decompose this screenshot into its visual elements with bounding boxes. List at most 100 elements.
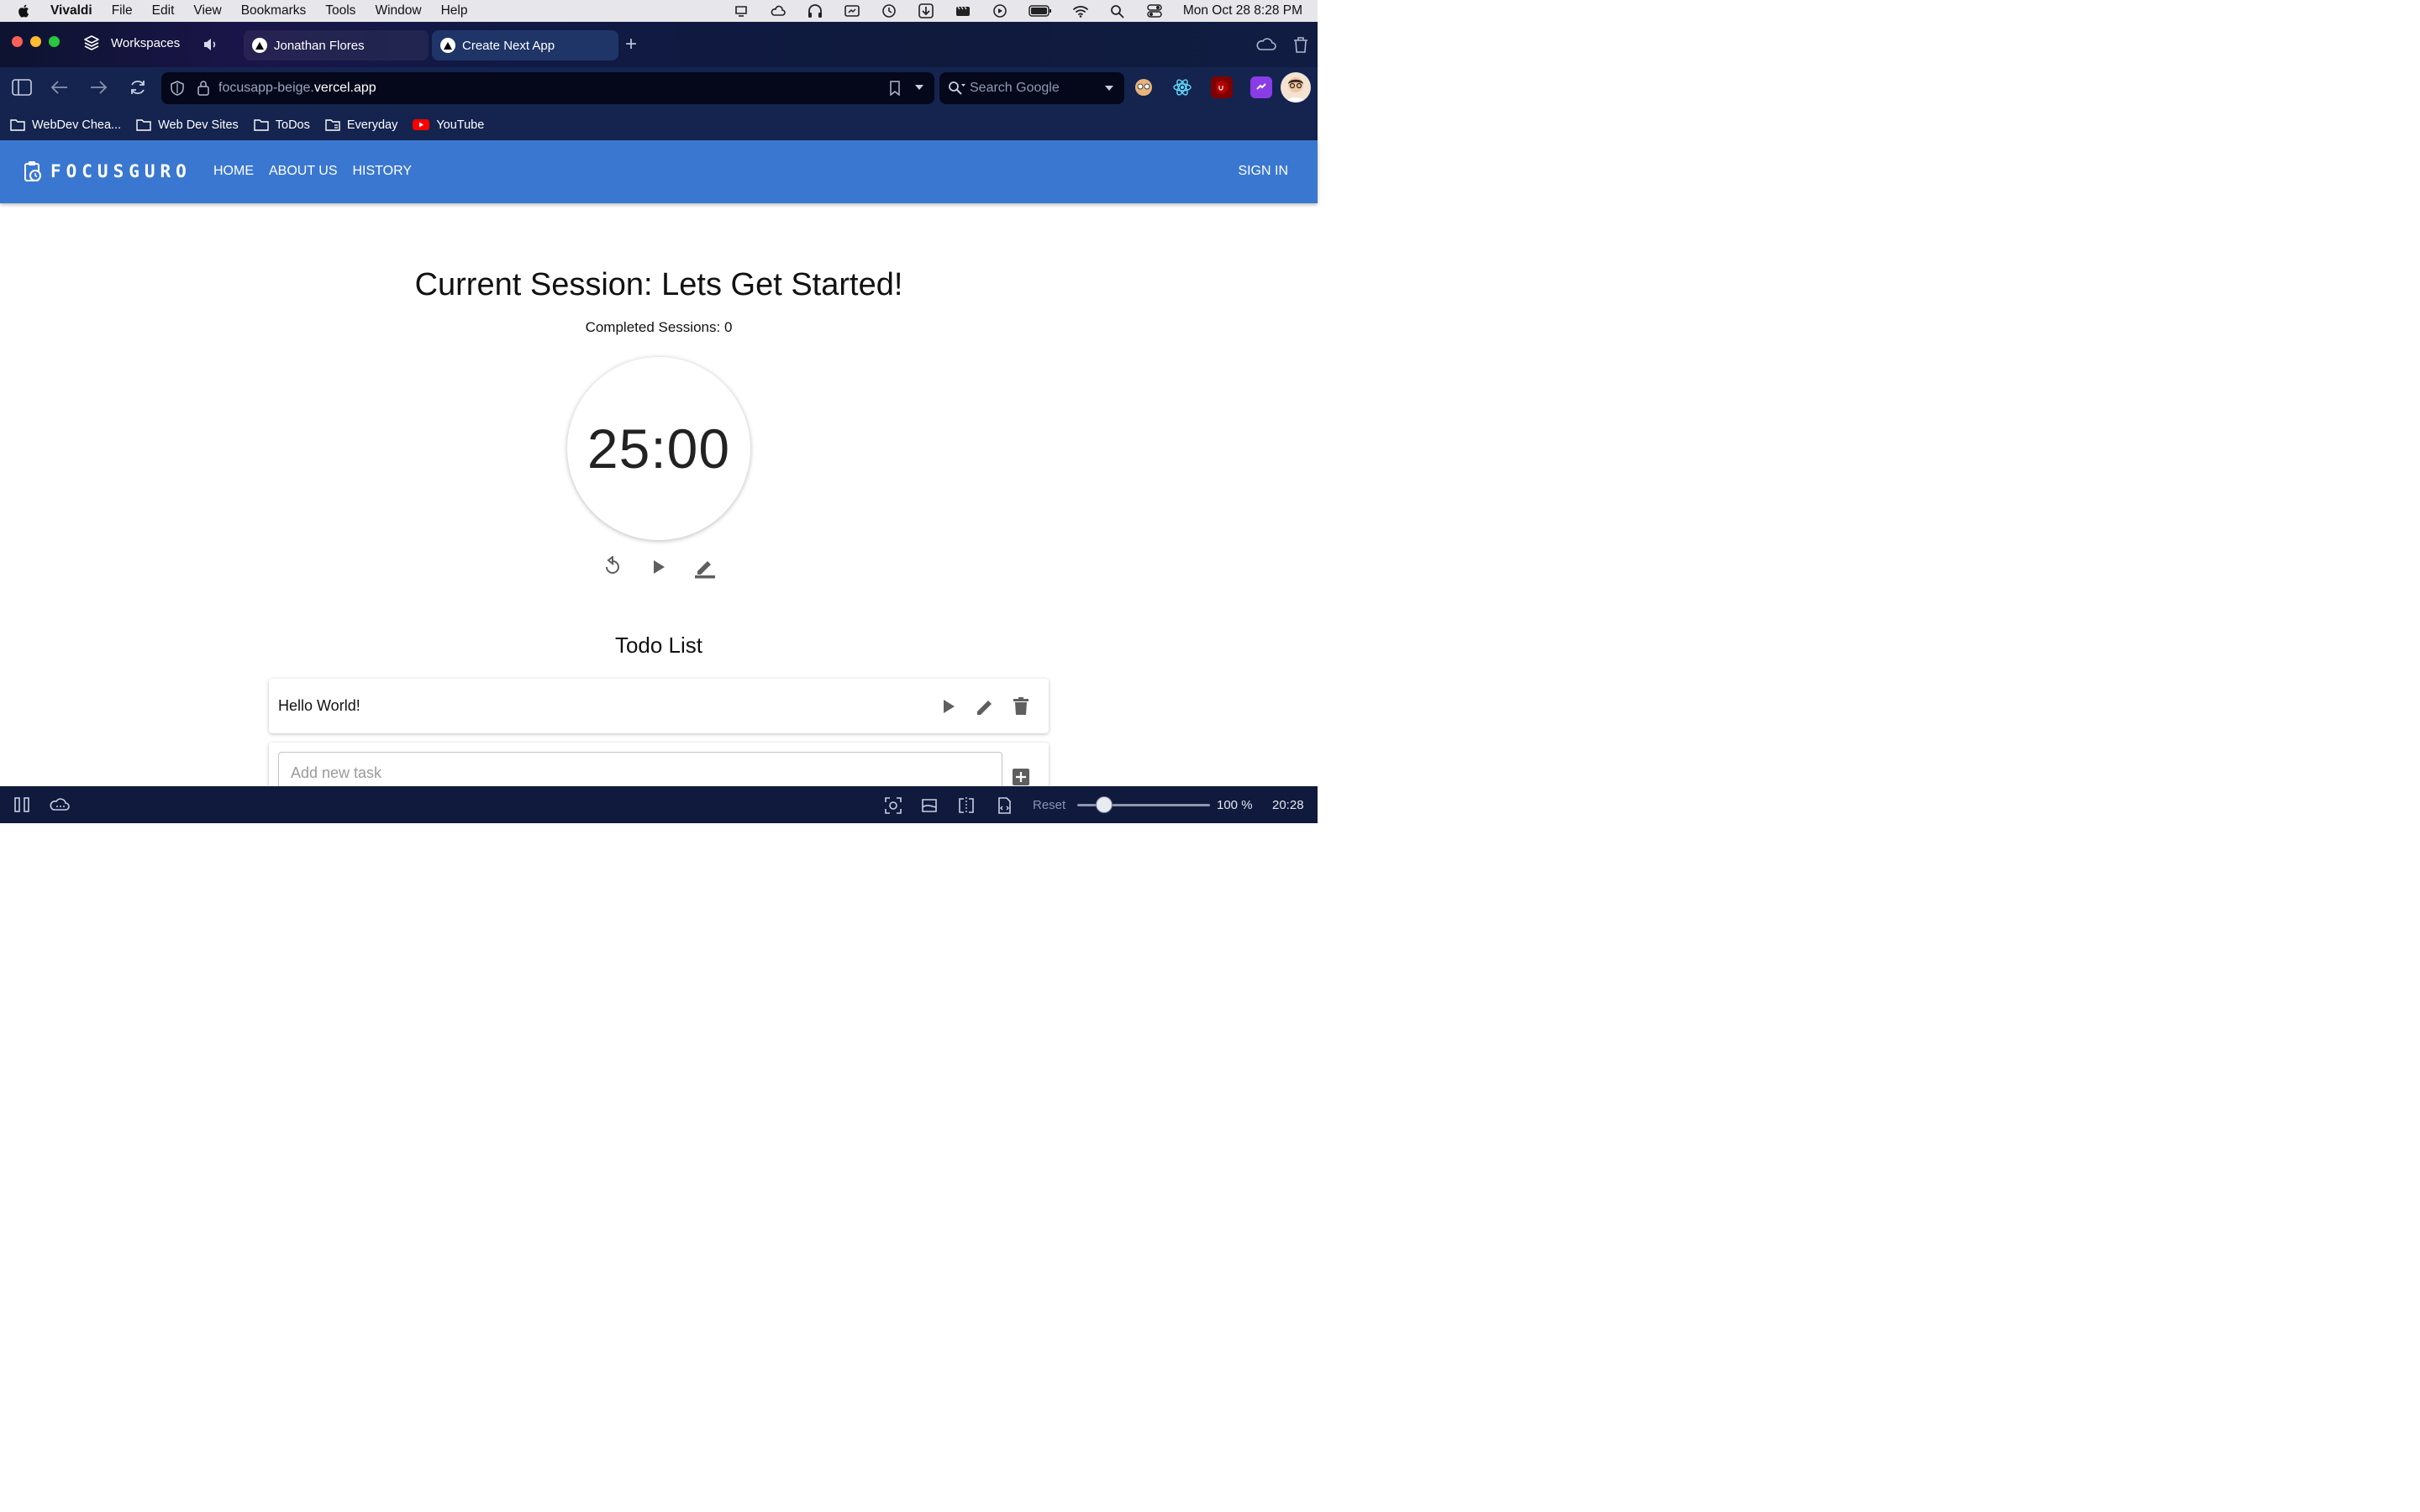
screen-share-icon[interactable] bbox=[733, 3, 750, 18]
extension-glasses-icon[interactable] bbox=[1133, 76, 1155, 98]
menu-edit[interactable]: Edit bbox=[152, 3, 175, 18]
wifi-icon[interactable] bbox=[1072, 3, 1089, 18]
search-engine-box[interactable]: Search Google bbox=[939, 72, 1124, 104]
menu-view[interactable]: View bbox=[193, 3, 221, 18]
address-row: focusapp-beige.vercel.app Search Google bbox=[0, 67, 1318, 109]
chevron-down-icon[interactable] bbox=[914, 84, 924, 91]
timer-circle: 25:00 bbox=[567, 357, 750, 540]
nav-history[interactable]: HISTORY bbox=[353, 164, 413, 179]
bookmark-label: Web Dev Sites bbox=[158, 118, 239, 132]
profile-avatar[interactable] bbox=[1281, 72, 1311, 102]
vercel-favicon-icon bbox=[252, 38, 267, 53]
clipboard-clock-icon bbox=[24, 161, 41, 181]
shield-icon[interactable] bbox=[170, 81, 185, 96]
sign-in-button[interactable]: SIGN IN bbox=[1238, 164, 1288, 179]
sync-cloud-icon[interactable] bbox=[49, 796, 71, 813]
app-navbar: FOCUSGURO HOME ABOUT US HISTORY SIGN IN bbox=[0, 140, 1318, 203]
control-center-icon[interactable] bbox=[1146, 3, 1163, 18]
bookmark-label: Everyday bbox=[346, 118, 398, 132]
tile-tabs-icon[interactable] bbox=[957, 796, 976, 815]
bookmark-label: ToDos bbox=[275, 118, 310, 132]
page-actions-icon[interactable] bbox=[920, 796, 939, 815]
edit-icon[interactable] bbox=[975, 696, 995, 717]
add-box-icon[interactable] bbox=[1012, 768, 1030, 786]
menu-bookmarks[interactable]: Bookmarks bbox=[241, 3, 307, 18]
reset-icon[interactable] bbox=[602, 556, 623, 578]
cloud-status-icon[interactable] bbox=[770, 3, 786, 18]
tab-create-next-app[interactable]: Create Next App bbox=[432, 30, 618, 60]
menubar-clock[interactable]: Mon Oct 28 8:28 PM bbox=[1183, 3, 1302, 18]
brand-logo[interactable]: FOCUSGURO bbox=[24, 160, 192, 182]
bookmark-folder-todos[interactable]: ToDos bbox=[254, 118, 310, 132]
todo-item: Hello World! bbox=[269, 679, 1049, 733]
menu-app-name[interactable]: Vivaldi bbox=[50, 3, 92, 18]
download-icon[interactable] bbox=[918, 3, 934, 18]
search-placeholder: Search Google bbox=[970, 81, 1060, 95]
zoom-slider[interactable] bbox=[1077, 796, 1210, 813]
speaker-icon[interactable] bbox=[202, 36, 218, 53]
edit-icon[interactable] bbox=[694, 556, 716, 580]
sidebar-toggle-icon[interactable] bbox=[12, 78, 32, 97]
folder-icon bbox=[10, 119, 25, 131]
nav-about-us[interactable]: ABOUT US bbox=[269, 164, 338, 179]
search-icon[interactable] bbox=[948, 81, 966, 96]
zoom-reset-button[interactable]: Reset bbox=[1033, 798, 1065, 812]
play-icon[interactable] bbox=[939, 696, 958, 717]
media-play-icon[interactable] bbox=[992, 3, 1008, 18]
browser-status-bar: Reset 100 % 20:28 bbox=[0, 786, 1318, 823]
window-controls bbox=[12, 36, 60, 47]
menu-file[interactable]: File bbox=[112, 3, 133, 18]
tab-bar: Workspaces Jonathan Flores Create Next A… bbox=[0, 22, 1318, 67]
tab-title: Create Next App bbox=[462, 38, 555, 53]
extension-purple-icon[interactable] bbox=[1250, 76, 1272, 98]
close-window-button[interactable] bbox=[12, 36, 23, 47]
delete-icon[interactable] bbox=[1012, 696, 1030, 717]
ublock-origin-icon[interactable] bbox=[1211, 76, 1233, 98]
bookmark-folder-web-dev-sites[interactable]: Web Dev Sites bbox=[136, 118, 239, 132]
tab-title: Jonathan Flores bbox=[274, 38, 365, 53]
apple-icon[interactable] bbox=[17, 3, 32, 18]
headphones-icon[interactable] bbox=[807, 3, 823, 18]
zoom-window-button[interactable] bbox=[49, 36, 60, 47]
minimize-window-button[interactable] bbox=[30, 36, 41, 47]
chevron-down-icon[interactable] bbox=[1104, 85, 1114, 92]
zoom-level: 100 % bbox=[1217, 798, 1253, 812]
bookmark-youtube[interactable]: YouTube bbox=[413, 118, 484, 132]
nav-home[interactable]: HOME bbox=[213, 164, 254, 179]
battery-icon[interactable] bbox=[1028, 3, 1052, 18]
lock-icon[interactable] bbox=[197, 80, 210, 96]
bookmarks-bar: WebDev Chea... Web Dev Sites ToDos Every… bbox=[0, 109, 1318, 140]
bookmark-folder-webdev-cheatsheets[interactable]: WebDev Chea... bbox=[10, 118, 121, 132]
screenshot-icon[interactable] bbox=[884, 796, 902, 815]
menu-window[interactable]: Window bbox=[375, 3, 421, 18]
url-text[interactable]: focusapp-beige.vercel.app bbox=[218, 81, 376, 96]
address-bar[interactable]: focusapp-beige.vercel.app bbox=[161, 72, 934, 104]
todo-list-title: Todo List bbox=[614, 633, 703, 658]
menu-tools[interactable]: Tools bbox=[325, 3, 355, 18]
zoom-slider-thumb[interactable] bbox=[1095, 796, 1113, 813]
react-devtools-icon[interactable] bbox=[1171, 76, 1193, 98]
back-icon[interactable] bbox=[49, 78, 71, 97]
reload-icon[interactable] bbox=[128, 78, 148, 97]
new-tab-button[interactable]: + bbox=[625, 34, 637, 55]
folder-icon bbox=[254, 119, 269, 131]
display-icon[interactable] bbox=[844, 3, 860, 18]
menu-help[interactable]: Help bbox=[441, 3, 468, 18]
clapper-icon[interactable] bbox=[955, 3, 971, 18]
bookmark-folder-everyday[interactable]: Everyday bbox=[325, 118, 397, 132]
layers-icon bbox=[84, 35, 99, 50]
url-subdomain: focusapp-beige. bbox=[218, 81, 314, 95]
trash-icon[interactable] bbox=[1292, 35, 1309, 54]
forward-icon[interactable] bbox=[87, 78, 109, 97]
workspaces-button[interactable]: Workspaces bbox=[82, 34, 180, 52]
vercel-favicon-icon bbox=[440, 38, 455, 53]
play-icon[interactable] bbox=[650, 556, 667, 578]
spotlight-search-icon[interactable] bbox=[1109, 3, 1126, 18]
add-task-card bbox=[269, 743, 1049, 794]
bookmark-icon[interactable] bbox=[889, 81, 901, 96]
sync-cloud-icon[interactable] bbox=[1255, 35, 1277, 54]
panel-toggle-icon[interactable] bbox=[13, 796, 30, 813]
developer-tools-icon[interactable] bbox=[995, 796, 1013, 815]
time-machine-icon[interactable] bbox=[881, 3, 897, 18]
tab-jonathan-flores[interactable]: Jonathan Flores bbox=[244, 30, 429, 60]
